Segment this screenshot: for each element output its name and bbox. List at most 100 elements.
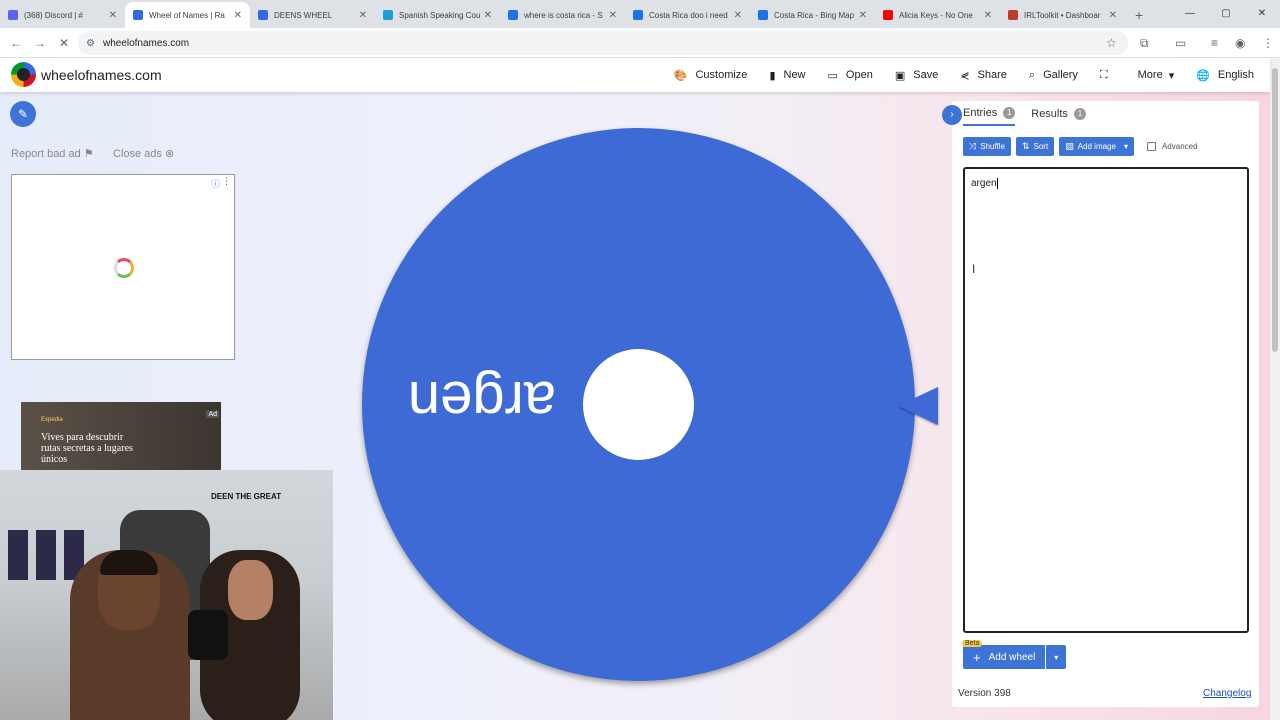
close-tab-icon[interactable]: ✕ — [859, 10, 867, 21]
menu-share[interactable]: ⋞ Share — [960, 69, 1007, 82]
save-icon: ▣ — [894, 69, 906, 82]
report-bad-ad-link[interactable]: Report bad ad ⚑ — [11, 147, 94, 160]
bookmark-star-icon[interactable]: ☆ — [1106, 28, 1117, 58]
menu-globe[interactable]: 🌐 English — [1196, 69, 1254, 82]
tab-entries-label: Entries — [963, 107, 998, 119]
tab-entries[interactable]: Entries 1 — [963, 107, 1016, 126]
ad-headline: Vives para descubrir rutas secretas a lu… — [41, 432, 133, 465]
close-tab-icon[interactable]: ✕ — [359, 10, 367, 21]
close-tab-icon[interactable]: ✕ — [484, 10, 492, 21]
close-tab-icon[interactable]: ✕ — [109, 10, 117, 21]
ad-brand: Expedia — [41, 417, 63, 423]
browser-tab[interactable]: Costa Rica - Bing Map ✕ — [750, 2, 875, 28]
spin-wheel[interactable]: argen — [362, 128, 915, 681]
shuffle-icon: ⤨ — [969, 141, 977, 151]
menu-folder[interactable]: ▭ Open — [828, 69, 873, 82]
menu-label: Gallery — [1043, 69, 1078, 81]
add-wheel-button[interactable]: + Add wheel — [963, 645, 1046, 669]
ad-slot[interactable]: ⓘ ⋮ — [11, 174, 235, 360]
browser-tab[interactable]: Alicia Keys - No One ✕ — [875, 2, 1000, 28]
menu-fullscreen[interactable]: ⛶ — [1100, 69, 1116, 82]
close-tab-icon[interactable]: ✕ — [734, 10, 742, 21]
folder-icon: ▭ — [827, 69, 838, 82]
advanced-checkbox[interactable] — [1146, 142, 1156, 151]
collapse-panel-icon[interactable]: › — [942, 105, 962, 125]
forward-icon[interactable]: → — [28, 36, 52, 50]
menu-search[interactable]: ⌕ Gallery — [1029, 69, 1078, 82]
menu-chevron-down[interactable]: More ▾ — [1138, 69, 1175, 82]
add-image-button[interactable]: ▨ Add image ▾ — [1059, 137, 1134, 156]
browser-tab[interactable]: Spanish Speaking Cou ✕ — [375, 2, 500, 28]
address-bar: ← → ✕ ⚙ wheelofnames.com ☆ ⧉ ▭ ≡ ◉ ⋮ — [0, 28, 1280, 58]
add-wheel-group: + Add wheel ▾ — [963, 645, 1067, 669]
wheel-disc[interactable]: argen — [362, 128, 915, 681]
menu-label: Share — [977, 69, 1007, 81]
shuffle-label: Shuffle — [980, 142, 1005, 151]
browser-tab[interactable]: Costa Rica doo i need ✕ — [625, 2, 750, 28]
edit-pencil-button[interactable]: ✎ — [10, 101, 36, 127]
tab-title: Alicia Keys - No One — [899, 10, 973, 20]
back-icon[interactable]: ← — [4, 36, 28, 50]
entries-textarea[interactable]: argen — [963, 167, 1249, 633]
changelog-link[interactable]: Changelog — [1203, 688, 1251, 699]
cast-icon[interactable]: ▭ — [1175, 28, 1186, 58]
ad-info-icon[interactable]: ⓘ — [211, 177, 220, 190]
wheel-pointer-icon — [898, 387, 938, 425]
site-header: wheelofnames.com 🎨 Customize ▮ New ▭ Open ▣ Sav… — [0, 58, 1270, 92]
extensions-icon[interactable]: ⧉ — [1140, 28, 1149, 58]
text-caret — [996, 178, 998, 189]
site-info-icon[interactable]: ⚙ — [86, 38, 95, 49]
profile-icon[interactable]: ◉ — [1235, 28, 1245, 58]
close-tab-icon[interactable]: ✕ — [1109, 10, 1117, 21]
close-tab-icon[interactable]: ✕ — [984, 10, 992, 21]
menu-label: Save — [913, 69, 939, 81]
close-window-button[interactable]: ✕ — [1244, 0, 1280, 28]
wheel-center-hub[interactable] — [583, 349, 694, 460]
browser-menu-icon[interactable]: ⋮ — [1262, 28, 1274, 58]
wheel-logo-icon[interactable] — [11, 62, 36, 87]
close-ads-label: Close ads — [113, 148, 162, 160]
minimize-button[interactable]: — — [1172, 0, 1208, 28]
advanced-toggle[interactable]: Advanced — [1146, 142, 1198, 151]
scrollbar-thumb[interactable] — [1272, 68, 1278, 352]
maximize-button[interactable]: ▢ — [1208, 0, 1244, 28]
tab-favicon-icon — [383, 10, 393, 20]
microphone — [188, 610, 228, 660]
text-cursor-icon: I — [972, 262, 976, 276]
browser-tab[interactable]: IRLToolkit • Dashboar ✕ — [1000, 2, 1125, 28]
report-bad-ad-label: Report bad ad — [11, 148, 81, 160]
url-field[interactable]: ⚙ wheelofnames.com — [78, 31, 1128, 55]
close-ads-link[interactable]: Close ads ⊗ — [113, 147, 174, 160]
browser-tab[interactable]: DEENS WHEEL ✕ — [250, 2, 375, 28]
sort-button[interactable]: ⇅ Sort — [1015, 137, 1055, 156]
chevron-down-icon: ▾ — [1054, 652, 1059, 662]
tab-title: Spanish Speaking Cou — [399, 10, 480, 20]
image-icon: ▨ — [1065, 141, 1074, 151]
tab-title: IRLToolkit • Dashboar — [1024, 10, 1101, 20]
tab-title: DEENS WHEEL — [274, 10, 333, 20]
menu-palette[interactable]: 🎨 Customize — [674, 69, 748, 82]
shuffle-button[interactable]: ⤨ Shuffle — [963, 137, 1011, 156]
entries-toolbar: ⤨ Shuffle ⇅ Sort ▨ Add image ▾ Advanced — [963, 137, 1198, 156]
close-tab-icon[interactable]: ✕ — [609, 10, 617, 21]
media-icon[interactable]: ≡ — [1211, 28, 1218, 58]
add-wheel-label: Add wheel — [988, 651, 1036, 663]
menu-save[interactable]: ▣ Save — [895, 69, 938, 82]
menu-label: New — [783, 69, 806, 81]
new-tab-button[interactable]: + — [1125, 2, 1153, 28]
add-wheel-dropdown[interactable]: ▾ — [1046, 645, 1067, 669]
tab-favicon-icon — [633, 10, 643, 20]
sort-label: Sort — [1033, 142, 1049, 151]
browser-tab[interactable]: where is costa rica - S ✕ — [500, 2, 625, 28]
chevron-down-icon: ▾ — [1168, 69, 1175, 82]
ad-menu-icon[interactable]: ⋮ — [222, 176, 231, 187]
tab-results[interactable]: Results 1 — [1031, 107, 1086, 126]
stop-loading-icon[interactable]: ✕ — [52, 36, 76, 50]
brand-name[interactable]: wheelofnames.com — [41, 67, 162, 83]
browser-tab[interactable]: Wheel of Names | Ra ✕ — [125, 2, 250, 28]
close-tab-icon[interactable]: ✕ — [234, 10, 242, 21]
loading-spinner-icon — [114, 258, 134, 278]
menu-file[interactable]: ▮ New — [769, 69, 805, 82]
travel-ad[interactable]: Expedia Ad Vives para descubrir rutas se… — [21, 402, 221, 470]
browser-tab[interactable]: (368) Discord | # ✕ — [0, 2, 125, 28]
